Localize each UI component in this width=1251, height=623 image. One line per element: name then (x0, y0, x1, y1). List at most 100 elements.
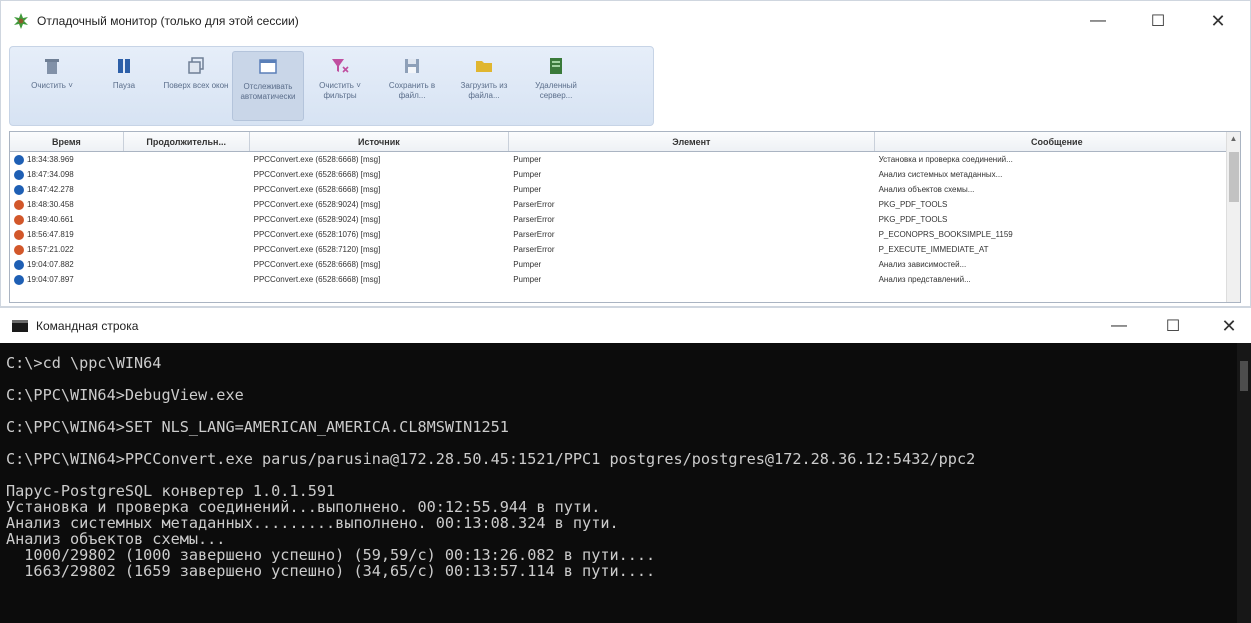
clear-filters-button[interactable]: Очистить ˅ фильтры (304, 51, 376, 121)
log-grid-scrollbar[interactable]: ▲ (1226, 132, 1240, 302)
clear-button[interactable]: Очистить ˅ (16, 51, 88, 121)
cell-element: ParserError (509, 245, 874, 254)
cell-element-text: Pumper (513, 275, 542, 284)
cell-time: 18:49:40.661 (10, 214, 124, 225)
cell-message: Анализ зависимостей... (875, 260, 1240, 269)
scroll-up-arrow-icon[interactable]: ▲ (1227, 132, 1240, 146)
cell-element: Pumper (509, 260, 874, 269)
server-icon (550, 58, 562, 74)
console-line: Установка и проверка соединений...выполн… (6, 498, 601, 516)
cell-time-text: 18:47:42.278 (27, 185, 74, 194)
cell-time: 19:04:07.882 (10, 259, 124, 270)
info-icon (14, 184, 24, 195)
always-on-top-button[interactable]: Поверх всех окон (160, 51, 232, 121)
cell-element-text: Pumper (513, 185, 542, 194)
console-scrollbar-thumb[interactable] (1240, 361, 1248, 391)
column-header-time[interactable]: Время (10, 132, 124, 151)
console-line: C:\PPC\WIN64>SET NLS_LANG=AMERICAN_AMERI… (6, 418, 509, 436)
cell-element-text: Pumper (513, 260, 542, 269)
error-icon (14, 244, 24, 255)
cmd-app-icon (12, 319, 28, 332)
debug-monitor-title: Отладочный монитор (только для этой сесс… (37, 14, 299, 28)
pause-button[interactable]: Пауза (88, 51, 160, 121)
cell-message: PKG_PDF_TOOLS (875, 200, 1240, 209)
clear-label: Очистить ˅ (31, 81, 73, 90)
scrollbar-thumb[interactable] (1229, 152, 1239, 202)
cell-message: P_ECONOPRS_BOOKSIMPLE_1159 (875, 230, 1240, 239)
save-icon (405, 59, 419, 73)
cell-source-text: PPCConvert.exe (6528:6668) [msg] (253, 260, 381, 269)
column-header-message[interactable]: Сообщение (875, 132, 1240, 151)
info-icon (14, 169, 24, 180)
console-line: Анализ объектов схемы... (6, 530, 226, 548)
cell-source: PPCConvert.exe (6528:6668) [msg] (250, 155, 510, 164)
save-to-file-label: Сохранить в файл... (388, 81, 436, 100)
cell-message-text: Установка и проверка соединений... (878, 155, 1013, 164)
cell-message-text: Анализ представлений... (878, 275, 971, 284)
save-to-file-button[interactable]: Сохранить в файл... (376, 51, 448, 121)
command-prompt-title: Командная строка (36, 318, 139, 333)
console-scrollbar[interactable] (1237, 343, 1251, 623)
cmd-maximize-button[interactable]: ☐ (1153, 314, 1193, 338)
minimize-button[interactable]: — (1078, 9, 1118, 33)
console-line: Анализ системных метаданных.........выпо… (6, 514, 619, 532)
table-row[interactable]: 18:47:34.098 PPCConvert.exe (6528:6668) [… (10, 167, 1240, 182)
column-header-element[interactable]: Элемент (509, 132, 875, 151)
cell-message: P_EXECUTE_IMMEDIATE_AT (875, 245, 1240, 254)
remote-server-button[interactable]: Удаленный сервер... (520, 51, 592, 121)
cell-source-text: PPCConvert.exe (6528:7120) [msg] (253, 245, 381, 254)
table-row[interactable]: 19:04:07.897 PPCConvert.exe (6528:6668) [… (10, 272, 1240, 287)
command-prompt-titlebar[interactable]: Командная строка — ☐ ✕ (0, 307, 1251, 343)
log-grid: Время Продолжительн... Источник Элемент … (9, 131, 1241, 303)
cmd-minimize-button[interactable]: — (1099, 314, 1139, 338)
cell-time-text: 18:47:34.098 (27, 170, 74, 179)
debug-monitor-titlebar[interactable]: Отладочный монитор (только для этой сесс… (1, 1, 1250, 41)
cell-time: 18:47:42.278 (10, 184, 124, 195)
column-header-duration[interactable]: Продолжительн... (124, 132, 250, 151)
pause-icon (118, 59, 130, 73)
maximize-button[interactable]: ☐ (1138, 9, 1178, 33)
trash-icon (45, 59, 59, 74)
cell-source: PPCConvert.exe (6528:9024) [msg] (250, 200, 510, 209)
console-output[interactable]: C:\>cd \ppc\WIN64 C:\PPC\WIN64>DebugView.… (0, 343, 1237, 623)
column-header-source[interactable]: Источник (250, 132, 510, 151)
console-line: C:\>cd \ppc\WIN64 (6, 354, 162, 372)
table-row[interactable]: 18:47:42.278 PPCConvert.exe (6528:6668) [… (10, 182, 1240, 197)
table-row[interactable]: 18:57:21.022 PPCConvert.exe (6528:7120) [… (10, 242, 1240, 257)
remote-server-label: Удаленный сервер... (535, 81, 577, 100)
cell-element-text: ParserError (513, 200, 555, 209)
cell-source: PPCConvert.exe (6528:6668) [msg] (250, 185, 510, 194)
table-row[interactable]: 18:48:30.458 PPCConvert.exe (6528:9024) [… (10, 197, 1240, 212)
console-line: 1000/29802 (1000 завершено успешно) (59,… (6, 546, 656, 564)
cell-element: Pumper (509, 170, 874, 179)
cell-time-text: 18:49:40.661 (27, 215, 74, 224)
table-row[interactable]: 18:56:47.819 PPCConvert.exe (6528:1076) [… (10, 227, 1240, 242)
load-from-file-button[interactable]: Загрузить из файла... (448, 51, 520, 121)
cell-message-text: Анализ зависимостей... (878, 260, 967, 269)
cell-source: PPCConvert.exe (6528:9024) [msg] (250, 215, 510, 224)
console-line: 1663/29802 (1659 завершено успешно) (34,… (6, 562, 656, 580)
cell-time: 18:57:21.022 (10, 244, 124, 255)
cell-element-text: Pumper (513, 170, 542, 179)
cell-time-text: 18:34:38.969 (27, 155, 74, 164)
toolbar-ribbon: Очистить ˅ Пауза Поверх всех окон Отслеж… (9, 46, 654, 126)
cell-element: Pumper (509, 275, 874, 284)
cell-source-text: PPCConvert.exe (6528:6668) [msg] (253, 155, 381, 164)
table-row[interactable]: 18:49:40.661 PPCConvert.exe (6528:9024) [… (10, 212, 1240, 227)
close-button[interactable]: ✕ (1198, 9, 1238, 33)
cell-element: ParserError (509, 230, 874, 239)
table-row[interactable]: 19:04:07.882 PPCConvert.exe (6528:6668) [… (10, 257, 1240, 272)
cell-element: Pumper (509, 155, 874, 164)
cmd-close-button[interactable]: ✕ (1209, 314, 1249, 338)
pause-label: Пауза (112, 81, 136, 90)
console-line: C:\PPC\WIN64>PPCConvert.exe parus/parusi… (6, 450, 976, 468)
command-prompt-window: Командная строка — ☐ ✕ C:\>cd \ppc\WIN64… (0, 307, 1251, 623)
cell-source: PPCConvert.exe (6528:6668) [msg] (250, 260, 510, 269)
cell-message: Анализ представлений... (875, 275, 1240, 284)
auto-track-button[interactable]: Отслеживать автоматически (232, 51, 304, 121)
error-icon (14, 214, 24, 225)
table-row[interactable]: 18:34:38.969 PPCConvert.exe (6528:6668) [… (10, 152, 1240, 167)
